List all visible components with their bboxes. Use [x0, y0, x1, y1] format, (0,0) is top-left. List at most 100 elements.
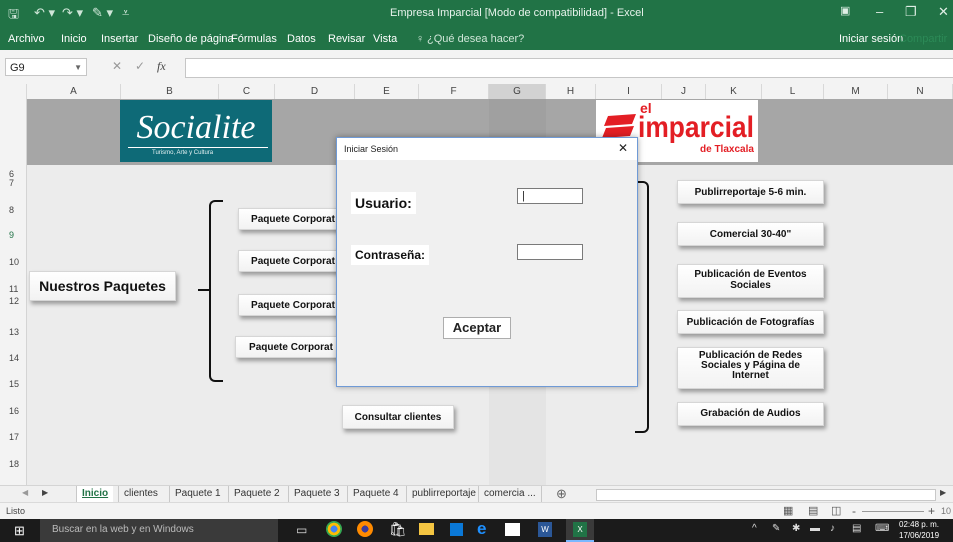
cancel-icon[interactable]: ✕ — [112, 59, 122, 73]
scroll-right-arrow-icon[interactable]: ▶ — [940, 488, 946, 497]
tab-inicio[interactable]: Inicio — [61, 33, 87, 45]
zoom-level[interactable]: 10 — [941, 506, 951, 516]
add-sheet-icon[interactable]: ⊕ — [556, 486, 567, 502]
col-header-a[interactable]: A — [27, 84, 121, 99]
row-header-7[interactable]: 7 — [0, 178, 26, 188]
col-header-i[interactable]: I — [596, 84, 662, 99]
keyboard-icon[interactable]: ⌨ — [875, 523, 889, 534]
brush-icon[interactable]: ✎ ▾ — [92, 5, 113, 21]
zoom-slider[interactable] — [862, 511, 924, 512]
service-comercial-button[interactable]: Comercial 30-40" — [677, 222, 824, 246]
row-header-8[interactable]: 8 — [0, 205, 26, 215]
row-header-11[interactable]: 11 — [0, 284, 26, 294]
horizontal-scrollbar[interactable] — [596, 489, 936, 501]
col-header-l[interactable]: L — [762, 84, 824, 99]
chrome-icon[interactable] — [326, 521, 342, 537]
row-header-17[interactable]: 17 — [0, 432, 26, 442]
firefox-icon[interactable] — [357, 521, 373, 537]
pen-icon[interactable]: ✎ — [772, 523, 780, 534]
tab-datos[interactable]: Datos — [287, 33, 316, 45]
aceptar-button[interactable]: Aceptar — [443, 317, 511, 339]
sheet-tab-paquete1[interactable]: Paquete 1 — [169, 486, 226, 502]
service-audios-button[interactable]: Grabación de Audios — [677, 402, 824, 426]
sheet-tab-paquete2[interactable]: Paquete 2 — [228, 486, 285, 502]
paquete-corporativo-2-button[interactable]: Paquete Corporat — [238, 250, 348, 272]
service-fotografias-button[interactable]: Publicación de Fotografías — [677, 310, 824, 334]
col-header-e[interactable]: E — [355, 84, 419, 99]
tab-archivo[interactable]: Archivo — [8, 33, 45, 45]
tab-diseno[interactable]: Diseño de página — [148, 33, 234, 45]
row-header-18[interactable]: 18 — [0, 459, 26, 469]
dialog-close-button[interactable]: ✕ — [618, 141, 628, 155]
ribbon-display-button[interactable]: ▣ — [840, 4, 850, 17]
minimize-button[interactable]: – — [876, 4, 883, 19]
action-center-icon[interactable]: ▤ — [852, 523, 861, 534]
taskbar-time[interactable]: 02:48 p. m. — [899, 520, 939, 529]
col-header-k[interactable]: K — [706, 84, 762, 99]
redo-icon[interactable]: ↷ ▾ — [62, 5, 83, 21]
tray-chevron-icon[interactable]: ^ — [752, 523, 757, 534]
nuestros-paquetes-button[interactable]: Nuestros Paquetes — [29, 271, 176, 301]
col-header-f[interactable]: F — [419, 84, 489, 99]
col-header-d[interactable]: D — [275, 84, 355, 99]
sheet-tab-publirreportaje[interactable]: publirreportaje — [406, 486, 481, 502]
col-header-c[interactable]: C — [219, 84, 275, 99]
name-box[interactable]: G9 ▼ — [5, 58, 87, 76]
volume-icon[interactable]: ♪ — [830, 523, 835, 534]
paquete-corporativo-3-button[interactable]: Paquete Corporat — [238, 294, 348, 316]
col-header-n[interactable]: N — [888, 84, 953, 99]
scroll-right-icon[interactable]: ▶ — [42, 488, 48, 497]
enter-icon[interactable]: ✓ — [135, 59, 145, 73]
tab-revisar[interactable]: Revisar — [328, 33, 365, 45]
app-icon[interactable] — [450, 523, 463, 536]
formula-input[interactable] — [185, 58, 953, 78]
sheet-tab-paquete3[interactable]: Paquete 3 — [288, 486, 345, 502]
dialog-titlebar[interactable]: Iniciar Sesión ✕ — [337, 138, 637, 160]
select-all-corner[interactable] — [0, 84, 27, 99]
zoom-in-button[interactable]: + — [928, 504, 935, 518]
row-header-15[interactable]: 15 — [0, 379, 26, 389]
tab-formulas[interactable]: Fórmulas — [231, 33, 277, 45]
save-icon[interactable]: 🖫 — [8, 5, 19, 27]
maximize-button[interactable]: ❐ — [905, 4, 917, 20]
page-layout-icon[interactable]: ▤ — [808, 504, 818, 517]
paquete-corporativo-4-button[interactable]: Paquete Corporat — [235, 336, 347, 358]
excel-taskbar-item[interactable]: X — [566, 519, 594, 542]
service-eventos-sociales-button[interactable]: Publicación de Eventos Sociales — [677, 264, 824, 298]
row-header-13[interactable]: 13 — [0, 327, 26, 337]
row-header-9[interactable]: 9 — [0, 230, 26, 240]
col-header-g[interactable]: G — [489, 84, 546, 99]
col-header-b[interactable]: B — [121, 84, 219, 99]
undo-icon[interactable]: ↶ ▾ — [34, 5, 55, 21]
scroll-left-icon[interactable]: ◀ — [22, 488, 28, 497]
row-header-10[interactable]: 10 — [0, 257, 26, 267]
service-publirreportaje-button[interactable]: Publirreportaje 5-6 min. — [677, 180, 824, 204]
col-header-h[interactable]: H — [546, 84, 596, 99]
tell-me-input[interactable]: ¿Qué desea hacer? — [427, 33, 524, 45]
service-redes-sociales-button[interactable]: Publicación de Redes Sociales y Página d… — [677, 347, 824, 389]
col-header-j[interactable]: J — [662, 84, 706, 99]
network-icon[interactable]: ✱ — [792, 523, 800, 534]
signin-link[interactable]: Iniciar sesión — [839, 33, 903, 45]
row-header-12[interactable]: 12 — [0, 296, 26, 306]
consultar-clientes-button[interactable]: Consultar clientes — [342, 405, 454, 429]
task-view-icon[interactable]: ▭ — [296, 523, 307, 537]
photos-icon[interactable] — [505, 523, 520, 536]
page-break-icon[interactable]: ◫ — [831, 504, 841, 517]
word-icon[interactable]: W — [538, 522, 552, 537]
fx-icon[interactable]: fx — [157, 59, 166, 74]
tab-vista[interactable]: Vista — [373, 33, 397, 45]
close-button[interactable]: ✕ — [938, 4, 949, 20]
customize-qat-icon[interactable]: ⩡ — [122, 5, 129, 21]
sheet-tab-comercial[interactable]: comercia ... — [478, 486, 542, 502]
zoom-out-button[interactable]: - — [852, 504, 856, 518]
row-header-16[interactable]: 16 — [0, 406, 26, 416]
row-header-14[interactable]: 14 — [0, 353, 26, 363]
taskbar-search-box[interactable]: Buscar en la web y en Windows — [40, 519, 278, 542]
windows-start-icon[interactable]: ⊞ — [14, 523, 25, 539]
tab-insertar[interactable]: Insertar — [101, 33, 138, 45]
sheet-tab-clientes[interactable]: clientes — [118, 486, 163, 502]
usuario-input[interactable]: | — [517, 188, 583, 204]
store-icon[interactable]: 🛍 — [389, 521, 407, 538]
share-button[interactable]: Compartir — [899, 33, 947, 45]
